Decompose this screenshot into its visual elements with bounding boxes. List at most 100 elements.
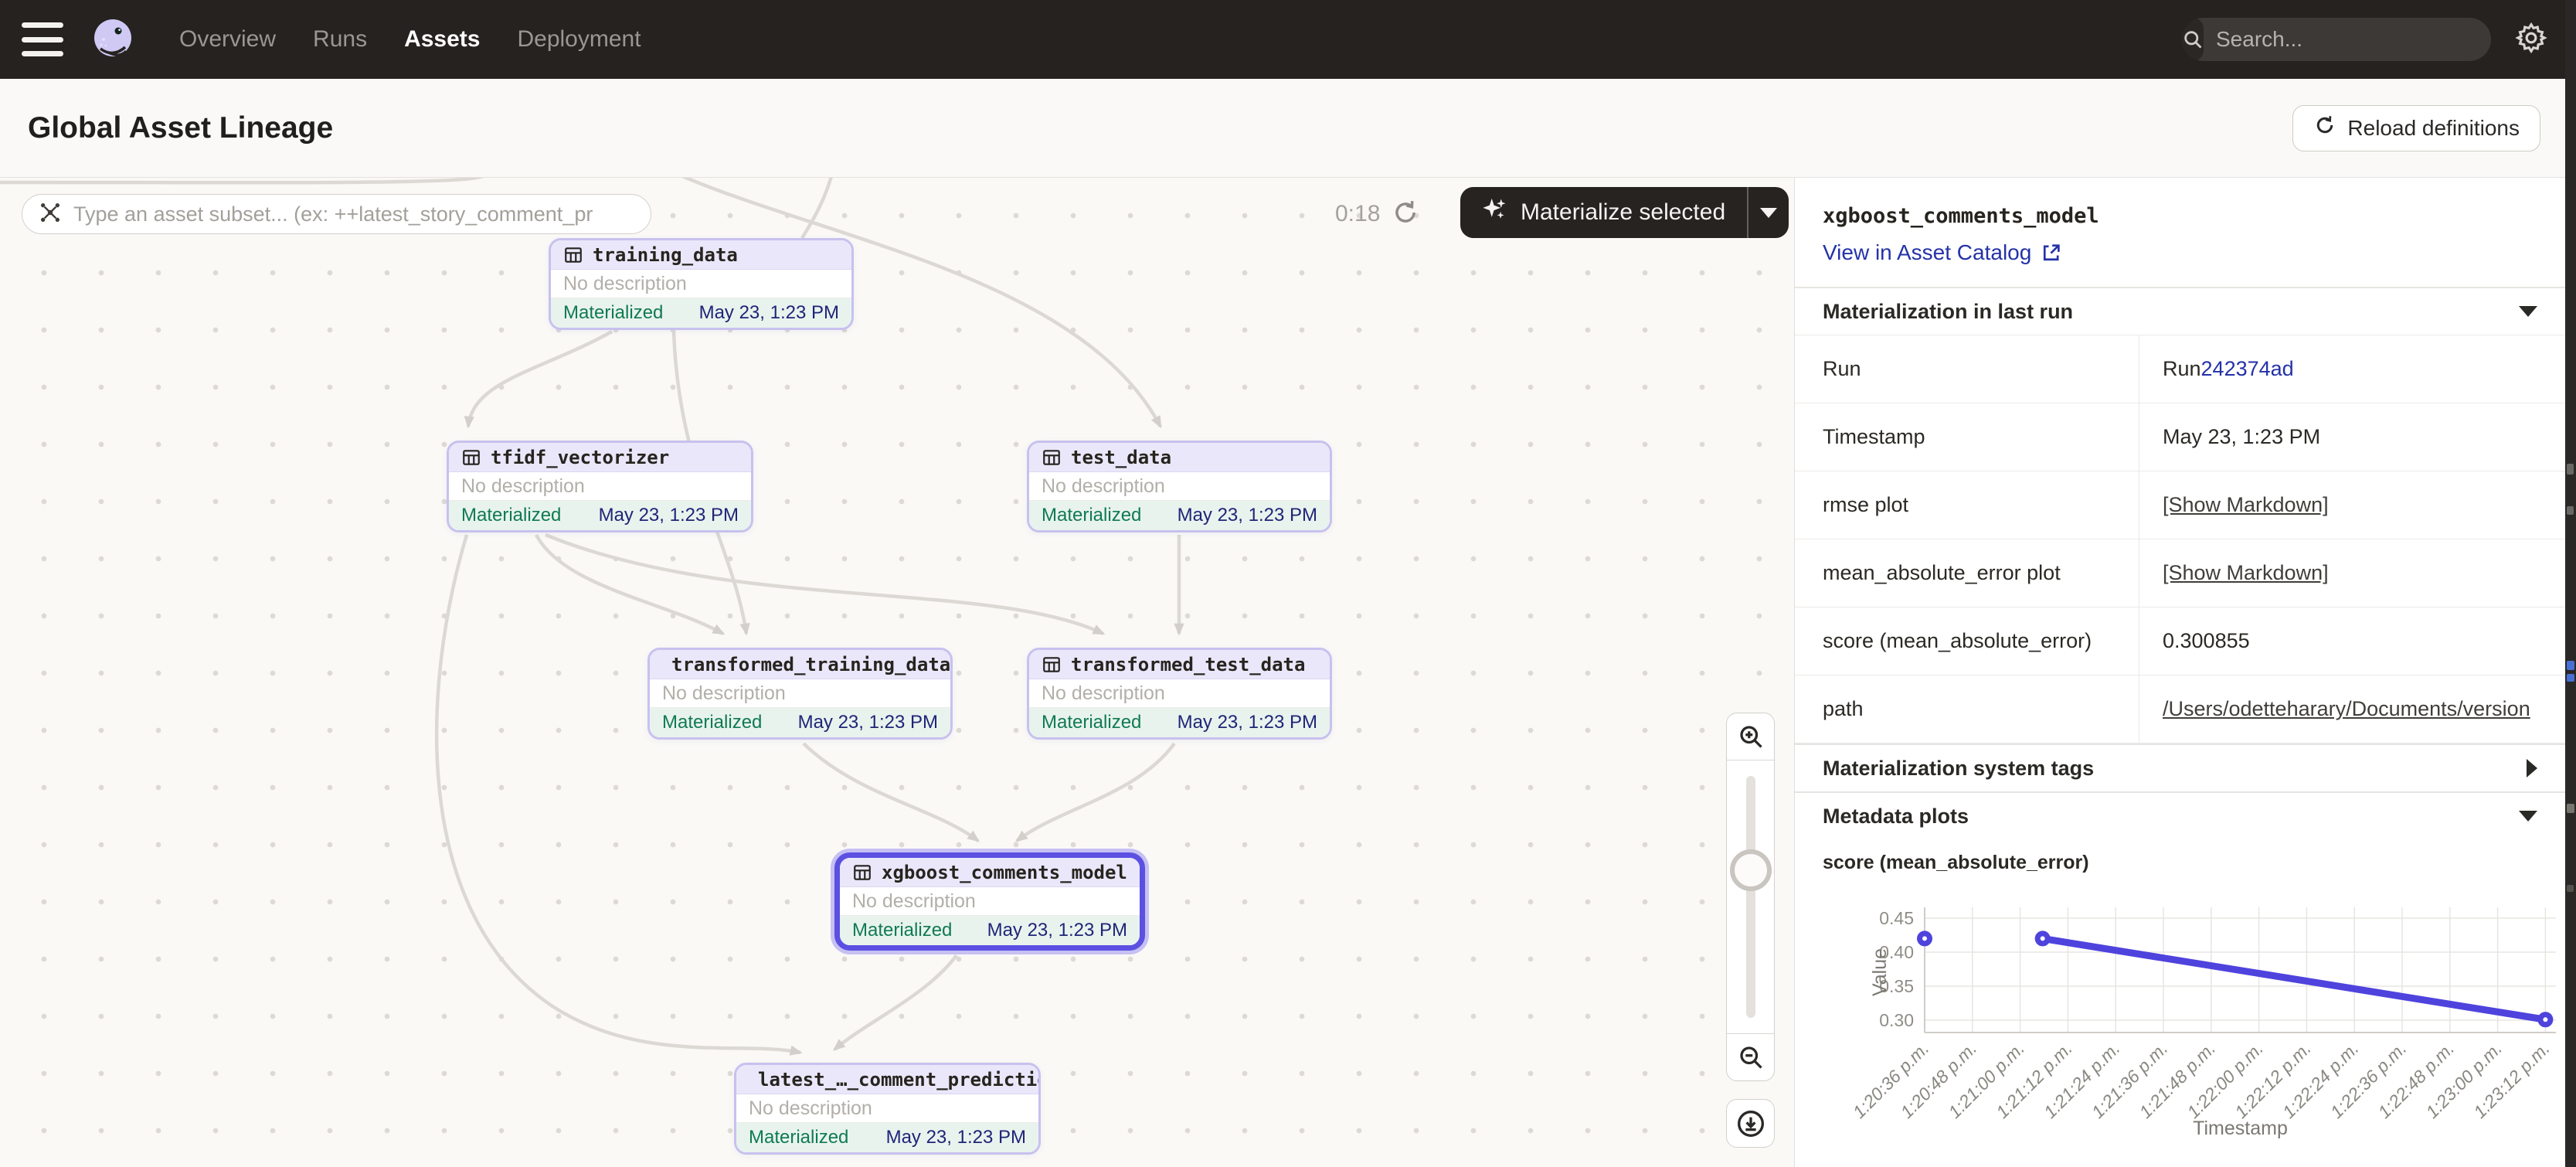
asset-node-name: latest_…_comment_predictions	[758, 1069, 1041, 1090]
row-label: rmse plot	[1795, 471, 2139, 539]
asset-node-status: Materialized	[662, 712, 762, 733]
top-nav: Overview Runs Assets Deployment /	[0, 0, 2576, 79]
table-icon	[1042, 655, 1062, 675]
section-label: Materialization in last run	[1823, 300, 2073, 324]
asset-node-description: No description	[1042, 475, 1165, 498]
metadata-plot-title: score (mean_absolute_error)	[1795, 839, 2565, 886]
show-markdown-link[interactable]: [Show Markdown]	[2163, 561, 2329, 585]
asset-node-name: transformed_training_data	[671, 654, 950, 675]
asset-node[interactable]: transformed_training_data No description…	[647, 648, 953, 740]
row-value: /Users/odetteharary/Documents/version	[2139, 675, 2565, 743]
asset-subset-filter[interactable]	[22, 194, 651, 234]
asset-subset-input[interactable]	[73, 202, 635, 226]
asset-node-name: training_data	[593, 244, 738, 266]
zoom-controls	[1726, 713, 1775, 1081]
asset-node-description: No description	[852, 890, 976, 913]
svg-text:0.45: 0.45	[1879, 908, 1914, 928]
search-input[interactable]	[2204, 27, 2491, 52]
asset-node[interactable]: xgboost_comments_model No description Ma…	[834, 852, 1145, 951]
section-metadata-plots[interactable]: Metadata plots	[1795, 791, 2565, 839]
page-title: Global Asset Lineage	[28, 111, 333, 145]
gear-icon[interactable]	[2514, 21, 2548, 59]
row-label: score (mean_absolute_error)	[1795, 607, 2139, 675]
section-label: Materialization system tags	[1823, 757, 2094, 781]
page-header: Global Asset Lineage Reload definitions	[0, 79, 2576, 178]
row-label: mean_absolute_error plot	[1795, 539, 2139, 607]
asset-node-timestamp: May 23, 1:23 PM	[798, 712, 938, 733]
global-search[interactable]: /	[2182, 18, 2491, 61]
materialization-metadata-table: RunRun 242374adTimestampMay 23, 1:23 PMr…	[1795, 335, 2565, 743]
download-graph-button[interactable]	[1726, 1099, 1775, 1148]
table-row: score (mean_absolute_error)0.300855	[1795, 607, 2565, 675]
run-id-link[interactable]: 242374ad	[2201, 357, 2294, 381]
zoom-slider-track	[1746, 776, 1755, 1018]
asset-node[interactable]: training_data No description Materialize…	[549, 238, 854, 330]
run-prefix: Run	[2163, 357, 2201, 381]
asset-node-status: Materialized	[461, 505, 561, 526]
row-value: 0.300855	[2139, 607, 2565, 675]
catalog-link-label: View in Asset Catalog	[1823, 240, 2031, 265]
graph-refresh-icon[interactable]	[1391, 198, 1420, 231]
table-icon	[1042, 447, 1062, 468]
chevron-right-icon	[2527, 759, 2537, 777]
zoom-in-button[interactable]	[1727, 713, 1774, 760]
table-icon	[563, 245, 583, 265]
asset-node-description: No description	[563, 273, 687, 295]
asset-node[interactable]: tfidf_vectorizer No description Material…	[447, 441, 753, 532]
asset-node-description: No description	[461, 475, 585, 498]
nav-tab-assets[interactable]: Assets	[404, 26, 480, 53]
reload-definitions-button[interactable]: Reload definitions	[2292, 105, 2540, 151]
asset-node-name: test_data	[1071, 447, 1171, 468]
section-materialization-in-last-run[interactable]: Materialization in last run	[1795, 287, 2565, 335]
materialize-options-dropdown[interactable]	[1748, 187, 1789, 238]
asset-node[interactable]: latest_…_comment_predictions No descript…	[734, 1063, 1041, 1155]
background-window-strip	[2565, 0, 2576, 1167]
hamburger-menu-icon[interactable]	[22, 22, 63, 56]
asset-lineage-graph[interactable]: training_data No description Materialize…	[0, 178, 1794, 1167]
chevron-down-icon	[1760, 208, 1777, 218]
nav-tab-overview[interactable]: Overview	[179, 26, 276, 53]
materialize-selected-label: Materialize selected	[1521, 199, 1725, 226]
asset-node-description: No description	[749, 1097, 872, 1120]
asset-node-status: Materialized	[1042, 712, 1141, 733]
asset-node-timestamp: May 23, 1:23 PM	[886, 1127, 1026, 1148]
row-value: [Show Markdown]	[2139, 539, 2565, 607]
zoom-out-button[interactable]	[1727, 1034, 1774, 1080]
zoom-slider-handle[interactable]	[1730, 849, 1772, 891]
refresh-icon	[2313, 114, 2336, 142]
nav-tab-deployment[interactable]: Deployment	[517, 26, 641, 53]
section-materialization-system-tags[interactable]: Materialization system tags	[1795, 743, 2565, 791]
show-markdown-link[interactable]: [Show Markdown]	[2163, 493, 2329, 517]
table-row: path/Users/odetteharary/Documents/versio…	[1795, 675, 2565, 743]
nav-tabs: Overview Runs Assets Deployment	[179, 26, 641, 53]
asset-name: xgboost_comments_model	[1823, 204, 2537, 228]
table-row: mean_absolute_error plot [Show Markdown]	[1795, 539, 2565, 607]
svg-text:Timestamp: Timestamp	[2193, 1118, 2288, 1139]
asset-node-timestamp: May 23, 1:23 PM	[1178, 712, 1317, 733]
asset-node-description: No description	[1042, 682, 1165, 705]
row-value: May 23, 1:23 PM	[2139, 403, 2565, 471]
asset-details-panel: xgboost_comments_model View in Asset Cat…	[1794, 178, 2565, 1167]
table-row: TimestampMay 23, 1:23 PM	[1795, 403, 2565, 471]
chevron-down-icon	[2519, 306, 2537, 317]
zoom-slider[interactable]	[1727, 760, 1774, 1034]
asset-node[interactable]: transformed_test_data No description Mat…	[1027, 648, 1332, 740]
table-icon	[461, 447, 481, 468]
dagster-logo[interactable]	[90, 16, 136, 63]
asset-node-timestamp: May 23, 1:23 PM	[987, 920, 1127, 941]
asset-node-status: Materialized	[852, 920, 952, 941]
asset-node-name: xgboost_comments_model	[882, 862, 1127, 883]
asset-node-status: Materialized	[563, 302, 663, 324]
asset-node-timestamp: May 23, 1:23 PM	[699, 302, 839, 324]
asset-node-timestamp: May 23, 1:23 PM	[1178, 505, 1317, 526]
path-link[interactable]: /Users/odetteharary/Documents/version	[2163, 697, 2530, 721]
materialize-selected-split-button: Materialize selected	[1460, 187, 1789, 238]
asset-node[interactable]: test_data No description Materialized Ma…	[1027, 441, 1332, 532]
nav-tab-runs[interactable]: Runs	[313, 26, 367, 53]
refresh-timer: 0:18	[1335, 201, 1380, 227]
search-icon	[2182, 18, 2204, 61]
score-line-chart: 1:20:36 p.m.1:20:48 p.m.1:21:00 p.m.1:21…	[1795, 886, 2566, 1156]
view-in-asset-catalog-link[interactable]: View in Asset Catalog	[1823, 240, 2537, 265]
materialize-selected-button[interactable]: Materialize selected	[1460, 187, 1747, 238]
asset-node-name: tfidf_vectorizer	[491, 447, 669, 468]
